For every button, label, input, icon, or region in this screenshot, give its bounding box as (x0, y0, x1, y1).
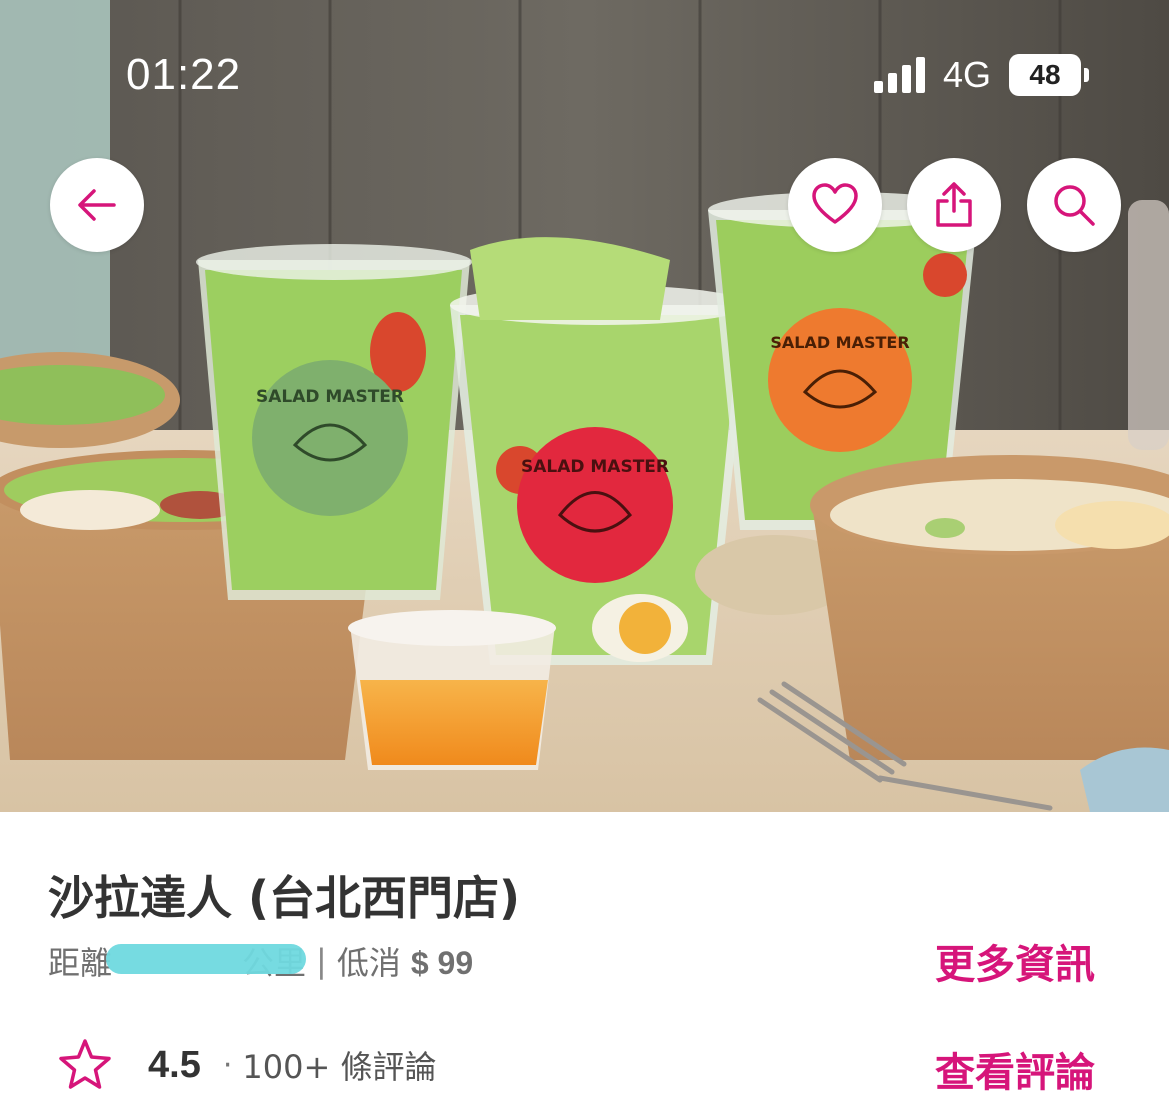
separator: | (316, 942, 327, 980)
more-info-link[interactable]: 更多資訊 (935, 932, 1095, 990)
distance-label: 距離 (48, 944, 113, 982)
min-order: 低消 $ 99 (337, 938, 473, 984)
sticker-text: SALAD MASTER (770, 333, 909, 352)
battery-level: 48 (1009, 54, 1081, 96)
restaurant-meta: 距離公里 | 低消$ 99 (48, 938, 473, 984)
network-type: 4G (942, 54, 991, 95)
restaurant-name: 沙拉達人 (台北西門店) (48, 871, 521, 925)
heart-icon (812, 183, 858, 224)
view-reviews-link[interactable]: 查看評論 (935, 1040, 1095, 1098)
signal-icon (873, 57, 925, 93)
review-count: 100+ 條評論 (242, 1048, 437, 1086)
redaction-mark (106, 944, 306, 974)
rating-value: 4.5 (148, 1043, 201, 1086)
arrow-left-icon (78, 189, 116, 221)
back-button[interactable] (50, 158, 144, 252)
sticker-text: SALAD MASTER (256, 387, 404, 407)
restaurant-hero-image: SALAD MASTER SALAD MASTER SALAD MASTER 0… (0, 0, 1169, 812)
sticker-text: SALAD MASTER (521, 457, 669, 477)
rating-dot: · (222, 1047, 233, 1083)
search-button[interactable] (1027, 158, 1121, 252)
distance-info: 距離公里 (48, 938, 306, 984)
battery-icon: 48 (1009, 54, 1089, 96)
share-icon (936, 182, 972, 227)
status-indicators: 4G 48 (873, 54, 1089, 96)
rating-row: 4.5 · 100+ 條評論 (56, 1036, 436, 1094)
min-order-value: $ 99 (410, 945, 474, 981)
min-order-label: 低消 (336, 944, 401, 982)
favorite-button[interactable] (788, 158, 882, 252)
share-button[interactable] (907, 158, 1001, 252)
status-time: 01:22 (126, 50, 242, 99)
star-icon (59, 1039, 111, 1089)
search-icon (1054, 185, 1095, 226)
